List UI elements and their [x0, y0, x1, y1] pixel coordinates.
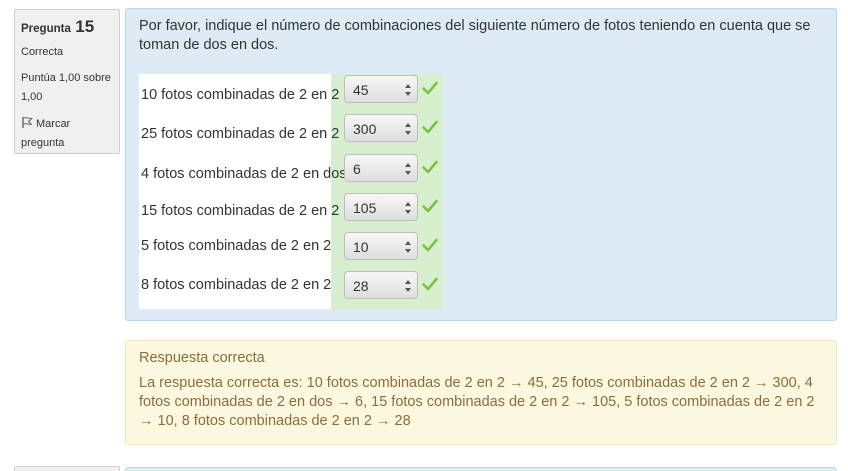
answer-select-value: 10 [353, 239, 369, 255]
matching-row: 5 fotos combinadas de 2 en 2 10 [139, 231, 443, 270]
question-formulation: Por favor, indique el número de combinac… [125, 8, 837, 321]
matching-row: 10 fotos combinadas de 2 en 2 45 [139, 74, 443, 113]
answer-select[interactable]: 45 [344, 75, 418, 103]
feedback-title: Respuesta correcta [139, 350, 265, 366]
matching-row: 25 fotos combinadas de 2 en 2 300 [139, 113, 443, 152]
feedback-panel: Respuesta correcta La respuesta correcta… [125, 340, 837, 445]
question-text: Por favor, indique el número de combinac… [139, 18, 811, 53]
flag-question-link[interactable]: Marcar pregunta [21, 115, 113, 153]
updown-arrows-icon [405, 202, 411, 214]
question-number-label: Pregunta [21, 23, 71, 35]
answer-select-value: 6 [353, 161, 361, 177]
answer-select-value: 105 [353, 200, 377, 216]
row-label: 10 fotos combinadas de 2 en 2 [141, 87, 340, 103]
check-icon [422, 160, 438, 174]
row-label: 8 fotos combinadas de 2 en 2 [141, 277, 332, 293]
check-icon [422, 238, 438, 252]
updown-arrows-icon [405, 163, 411, 175]
answer-select-value: 45 [353, 82, 369, 98]
question-number-value: 15 [75, 17, 95, 36]
check-icon [422, 120, 438, 134]
row-label: 5 fotos combinadas de 2 en 2 [141, 238, 332, 254]
check-icon [422, 199, 438, 213]
matching-table: 10 fotos combinadas de 2 en 2 45 25 foto… [139, 74, 443, 309]
updown-arrows-icon [405, 84, 411, 96]
next-question-info-panel [14, 466, 120, 471]
flag-icon [22, 116, 33, 128]
row-label: 25 fotos combinadas de 2 en 2 [141, 126, 340, 142]
updown-arrows-icon [405, 123, 411, 135]
answer-select[interactable]: 10 [344, 232, 418, 260]
question-info-panel: Pregunta 15 Correcta Puntúa 1,00 sobre 1… [14, 9, 120, 154]
answer-select[interactable]: 6 [344, 154, 418, 182]
row-label: 15 fotos combinadas de 2 en 2 [141, 203, 340, 219]
answer-select-value: 28 [353, 278, 369, 294]
question-number: Pregunta 15 [21, 17, 113, 37]
check-icon [422, 277, 438, 291]
updown-arrows-icon [405, 280, 411, 292]
question-state: Correcta [21, 46, 64, 58]
answer-select[interactable]: 105 [344, 193, 418, 221]
matching-row: 8 fotos combinadas de 2 en 2 28 [139, 270, 443, 309]
answer-select-value: 300 [353, 121, 377, 137]
matching-row: 4 fotos combinadas de 2 en dos 6 [139, 153, 443, 192]
answer-select[interactable]: 300 [344, 114, 418, 142]
updown-arrows-icon [405, 241, 411, 253]
next-question-formulation [125, 467, 837, 471]
question-grade: Puntúa 1,00 sobre 1,00 [21, 72, 111, 103]
row-label: 4 fotos combinadas de 2 en dos [141, 166, 347, 182]
feedback-text: La respuesta correcta es: 10 fotos combi… [139, 375, 815, 429]
answer-select[interactable]: 28 [344, 271, 418, 299]
check-icon [422, 81, 438, 95]
matching-row: 15 fotos combinadas de 2 en 2 105 [139, 192, 443, 231]
